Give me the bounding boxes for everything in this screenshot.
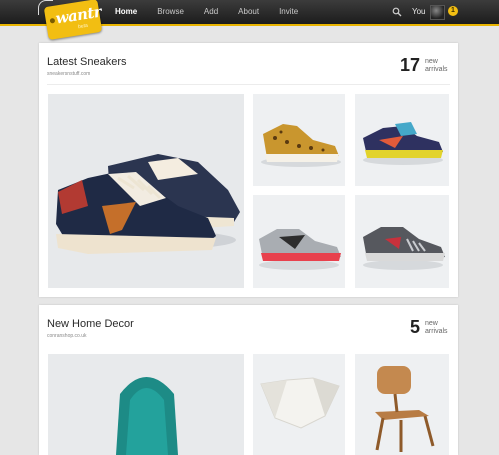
- divider: [47, 84, 450, 85]
- nav-add[interactable]: Add: [204, 0, 218, 24]
- logo[interactable]: wantr beta: [43, 0, 102, 41]
- sneaker-image: [48, 94, 244, 288]
- sneaker-image: [355, 94, 449, 186]
- section-source[interactable]: conranshop.co.uk: [47, 333, 86, 339]
- product-image-wooden-chair[interactable]: [355, 354, 449, 455]
- sneaker-image: [253, 94, 345, 186]
- product-image-dark-grey-sneaker[interactable]: [355, 195, 449, 288]
- section-title[interactable]: Latest Sneakers: [47, 56, 127, 68]
- new-arrivals-count: 5: [410, 317, 421, 337]
- product-image-grey-red-sneaker[interactable]: [253, 195, 345, 288]
- new-label: new: [425, 58, 438, 65]
- sneaker-image: [355, 195, 449, 288]
- bowl-image: [253, 354, 345, 455]
- section-source[interactable]: sneakersnstuff.com: [47, 71, 90, 77]
- user-menu-label[interactable]: You: [412, 0, 426, 24]
- section-card-home-decor: New Home Decor conranshop.co.uk 5 new ar…: [39, 305, 458, 455]
- new-arrivals-label: new arrivals: [425, 58, 448, 74]
- new-arrivals-label: new arrivals: [425, 320, 448, 336]
- section-title[interactable]: New Home Decor: [47, 318, 134, 330]
- nav-home[interactable]: Home: [115, 0, 137, 24]
- product-image-navy-sneaker[interactable]: [355, 94, 449, 186]
- nav-invite[interactable]: Invite: [279, 0, 298, 24]
- notification-badge[interactable]: 1: [448, 6, 458, 16]
- avatar[interactable]: [430, 5, 445, 20]
- main-nav: Home Browse Add About Invite: [115, 0, 318, 24]
- arrivals-label: arrivals: [425, 66, 448, 73]
- chair-image: [355, 354, 449, 455]
- product-image-large-sneaker[interactable]: [48, 94, 244, 288]
- logo-hole: [49, 17, 56, 24]
- product-image-leopard-sneaker[interactable]: [253, 94, 345, 186]
- section-card-sneakers: Latest Sneakers sneakersnstuff.com 17 ne…: [39, 43, 458, 297]
- nav-browse[interactable]: Browse: [157, 0, 184, 24]
- product-image-shell-chair[interactable]: [48, 354, 244, 455]
- chair-image: [48, 354, 244, 455]
- search-icon[interactable]: [392, 7, 402, 17]
- arrivals-label: arrivals: [425, 328, 448, 335]
- new-label: new: [425, 320, 438, 327]
- sneaker-image: [253, 195, 345, 288]
- nav-about[interactable]: About: [238, 0, 259, 24]
- new-arrivals-count: 17: [400, 55, 421, 75]
- product-image-faceted-bowl[interactable]: [253, 354, 345, 455]
- logo-subtext: beta: [77, 22, 89, 31]
